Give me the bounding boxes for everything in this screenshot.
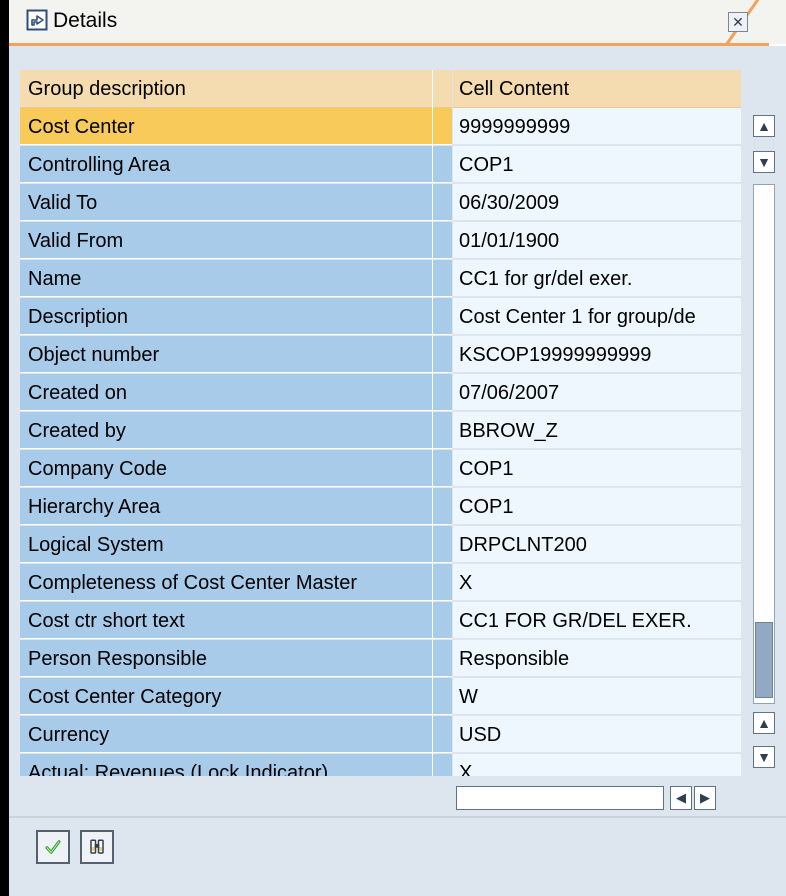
scroll-down-top-icon[interactable]: ▼ [753,151,775,173]
cell-content-cell[interactable]: X [453,564,741,601]
button-footer [9,818,786,896]
cell-content-cell[interactable]: W [453,678,741,715]
group-description-cell[interactable]: Cost Center [20,108,452,145]
window-title: Details [53,9,118,32]
group-description-cell[interactable]: Person Responsible [20,640,452,677]
group-description-cell[interactable]: Completeness of Cost Center Master [20,564,452,601]
table-row[interactable]: Cost Center Category W [20,678,741,716]
confirm-checkmark-button[interactable] [36,830,70,864]
table-row[interactable]: Actual: Revenues (Lock Indicator) X [20,754,741,776]
group-description-cell[interactable]: Currency [20,716,452,753]
scroll-up-bottom-icon[interactable]: ▲ [753,712,775,734]
table-row[interactable]: Object number KSCOP19999999999 [20,336,741,374]
cell-content-cell[interactable]: 9999999999 [453,108,741,145]
group-description-cell[interactable]: Controlling Area [20,146,452,183]
table-row[interactable]: Created on 07/06/2007 [20,374,741,412]
group-description-cell[interactable]: Hierarchy Area [20,488,452,525]
cell-content-cell[interactable]: COP1 [453,450,741,487]
table-row[interactable]: Created by BBROW_Z [20,412,741,450]
group-description-cell[interactable]: Created on [20,374,452,411]
details-table: Cost Center 9999999999 Controlling Area COP… [20,108,741,776]
scroll-right-icon[interactable]: ▶ [694,786,716,810]
group-description-cell[interactable]: Cost ctr short text [20,602,452,639]
table-row[interactable]: Currency USD [20,716,741,754]
cell-content-cell[interactable]: KSCOP19999999999 [453,336,741,373]
details-icon [26,9,48,31]
binoculars-icon [90,839,104,854]
table-row[interactable]: Logical System DRPCLNT200 [20,526,741,564]
cell-content-cell[interactable]: CC1 for gr/del exer. [453,260,741,297]
window-left-border [0,0,9,896]
group-description-cell[interactable]: Valid To [20,184,452,221]
table-row[interactable]: Person Responsible Responsible [20,640,741,678]
group-description-cell[interactable]: Actual: Revenues (Lock Indicator) [20,754,452,776]
group-description-cell[interactable]: Valid From [20,222,452,259]
table-row[interactable]: Company Code COP1 [20,450,741,488]
cell-content-cell[interactable]: 06/30/2009 [453,184,741,221]
find-binoculars-button[interactable] [80,830,114,864]
vertical-scrollbar[interactable]: ▲ ▼ ▲ ▼ [749,115,777,775]
group-description-cell[interactable]: Description [20,298,452,335]
scroll-up-top-icon[interactable]: ▲ [753,115,775,137]
table-row[interactable]: Valid From 01/01/1900 [20,222,741,260]
scroll-left-icon[interactable]: ◀ [670,786,692,810]
cell-content-cell[interactable]: CC1 FOR GR/DEL EXER. [453,602,741,639]
group-description-cell[interactable]: Created by [20,412,452,449]
table-row[interactable]: Completeness of Cost Center Master X [20,564,741,602]
cell-content-cell[interactable]: Cost Center 1 for group/de [453,298,741,335]
group-description-cell[interactable]: Object number [20,336,452,373]
group-description-cell[interactable]: Logical System [20,526,452,563]
scroll-track[interactable] [753,184,775,704]
cell-content-cell[interactable]: 01/01/1900 [453,222,741,259]
table-row[interactable]: Cost Center 9999999999 [20,108,741,146]
close-icon[interactable]: ✕ [728,12,748,32]
horizontal-scroll-track[interactable] [456,786,664,810]
checkmark-icon [45,840,61,854]
group-description-cell[interactable]: Name [20,260,452,297]
table-row[interactable]: Hierarchy Area COP1 [20,488,741,526]
header-group-description[interactable]: Group description [20,70,452,108]
details-window: Details ✕ Group description Cell Content… [0,0,786,896]
table-row[interactable]: Cost ctr short text CC1 FOR GR/DEL EXER. [20,602,741,640]
cell-content-cell[interactable]: 07/06/2007 [453,374,741,411]
column-divider [432,70,433,776]
cell-content-cell[interactable]: COP1 [453,146,741,183]
title-bar: Details [9,0,786,44]
cell-content-cell[interactable]: COP1 [453,488,741,525]
table-row[interactable]: Controlling Area COP1 [20,146,741,184]
cell-content-cell[interactable]: DRPCLNT200 [453,526,741,563]
table-row[interactable]: Name CC1 for gr/del exer. [20,260,741,298]
group-description-cell[interactable]: Company Code [20,450,452,487]
scroll-thumb[interactable] [755,622,773,698]
cell-content-cell[interactable]: USD [453,716,741,753]
group-description-cell[interactable]: Cost Center Category [20,678,452,715]
scroll-down-bottom-icon[interactable]: ▼ [753,746,775,768]
cell-content-cell[interactable]: X [453,754,741,776]
cell-content-cell[interactable]: Responsible [453,640,741,677]
table-row[interactable]: Valid To 06/30/2009 [20,184,741,222]
cell-content-cell[interactable]: BBROW_Z [453,412,741,449]
table-row[interactable]: Description Cost Center 1 for group/de [20,298,741,336]
header-cell-content[interactable]: Cell Content [453,70,741,108]
